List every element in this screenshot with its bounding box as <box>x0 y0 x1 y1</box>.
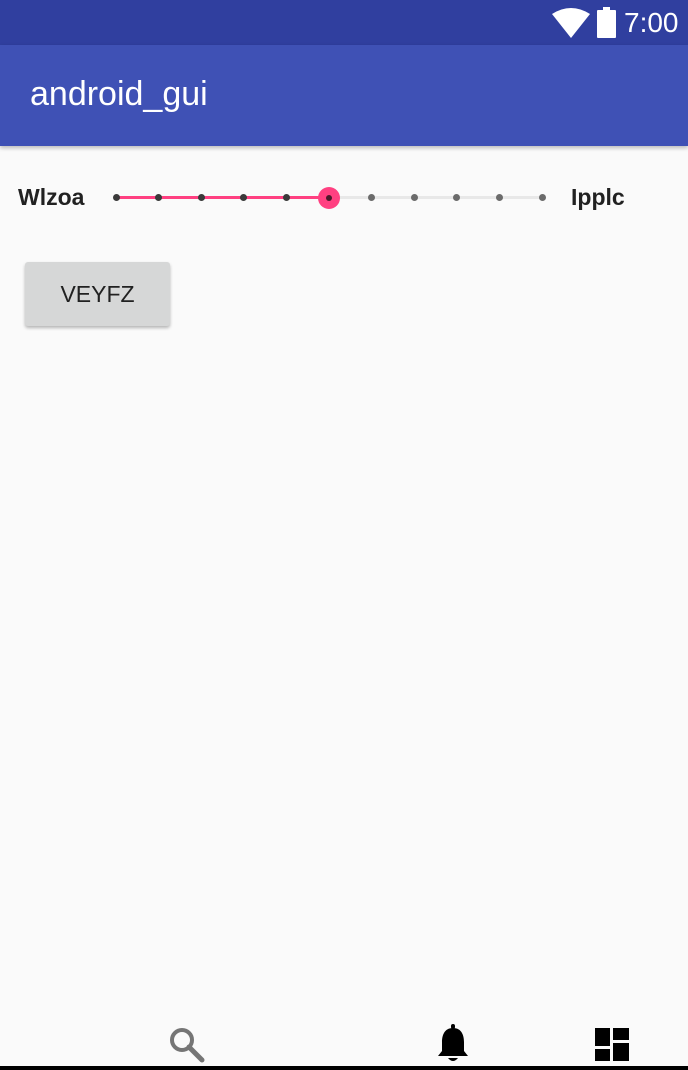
slider-tick <box>112 194 120 201</box>
app-bar: android_gui <box>0 45 688 146</box>
battery-icon <box>597 7 616 38</box>
veyfz-button[interactable]: VEYFZ <box>25 262 170 326</box>
bottom-edge <box>0 1066 688 1070</box>
slider-fill <box>116 196 329 199</box>
discrete-slider[interactable] <box>112 170 546 226</box>
slider-tick <box>410 194 418 201</box>
slider-tick <box>453 194 461 201</box>
slider-thumb-dot <box>326 195 332 201</box>
bell-icon[interactable] <box>436 1024 470 1064</box>
slider-max-label: Ipplc <box>571 184 625 210</box>
status-time: 7:00 <box>624 7 679 38</box>
slider-min-label: Wlzoa <box>18 184 85 210</box>
dashboard-icon[interactable] <box>595 1028 629 1061</box>
slider-tick <box>197 194 205 201</box>
bottom-nav <box>0 1020 688 1066</box>
slider-tick <box>240 194 248 201</box>
slider-thumb[interactable] <box>318 187 340 209</box>
slider-tick <box>155 194 163 201</box>
slider-tick <box>282 194 290 201</box>
slider-row: Wlzoa Ipplc <box>0 170 688 226</box>
slider-tick <box>368 194 376 201</box>
status-bar: 7:00 <box>0 0 688 45</box>
slider-tick <box>538 194 546 201</box>
wifi-icon <box>552 8 590 38</box>
slider-tick <box>495 194 503 201</box>
app-title: android_gui <box>30 75 208 113</box>
search-icon[interactable] <box>168 1026 206 1064</box>
